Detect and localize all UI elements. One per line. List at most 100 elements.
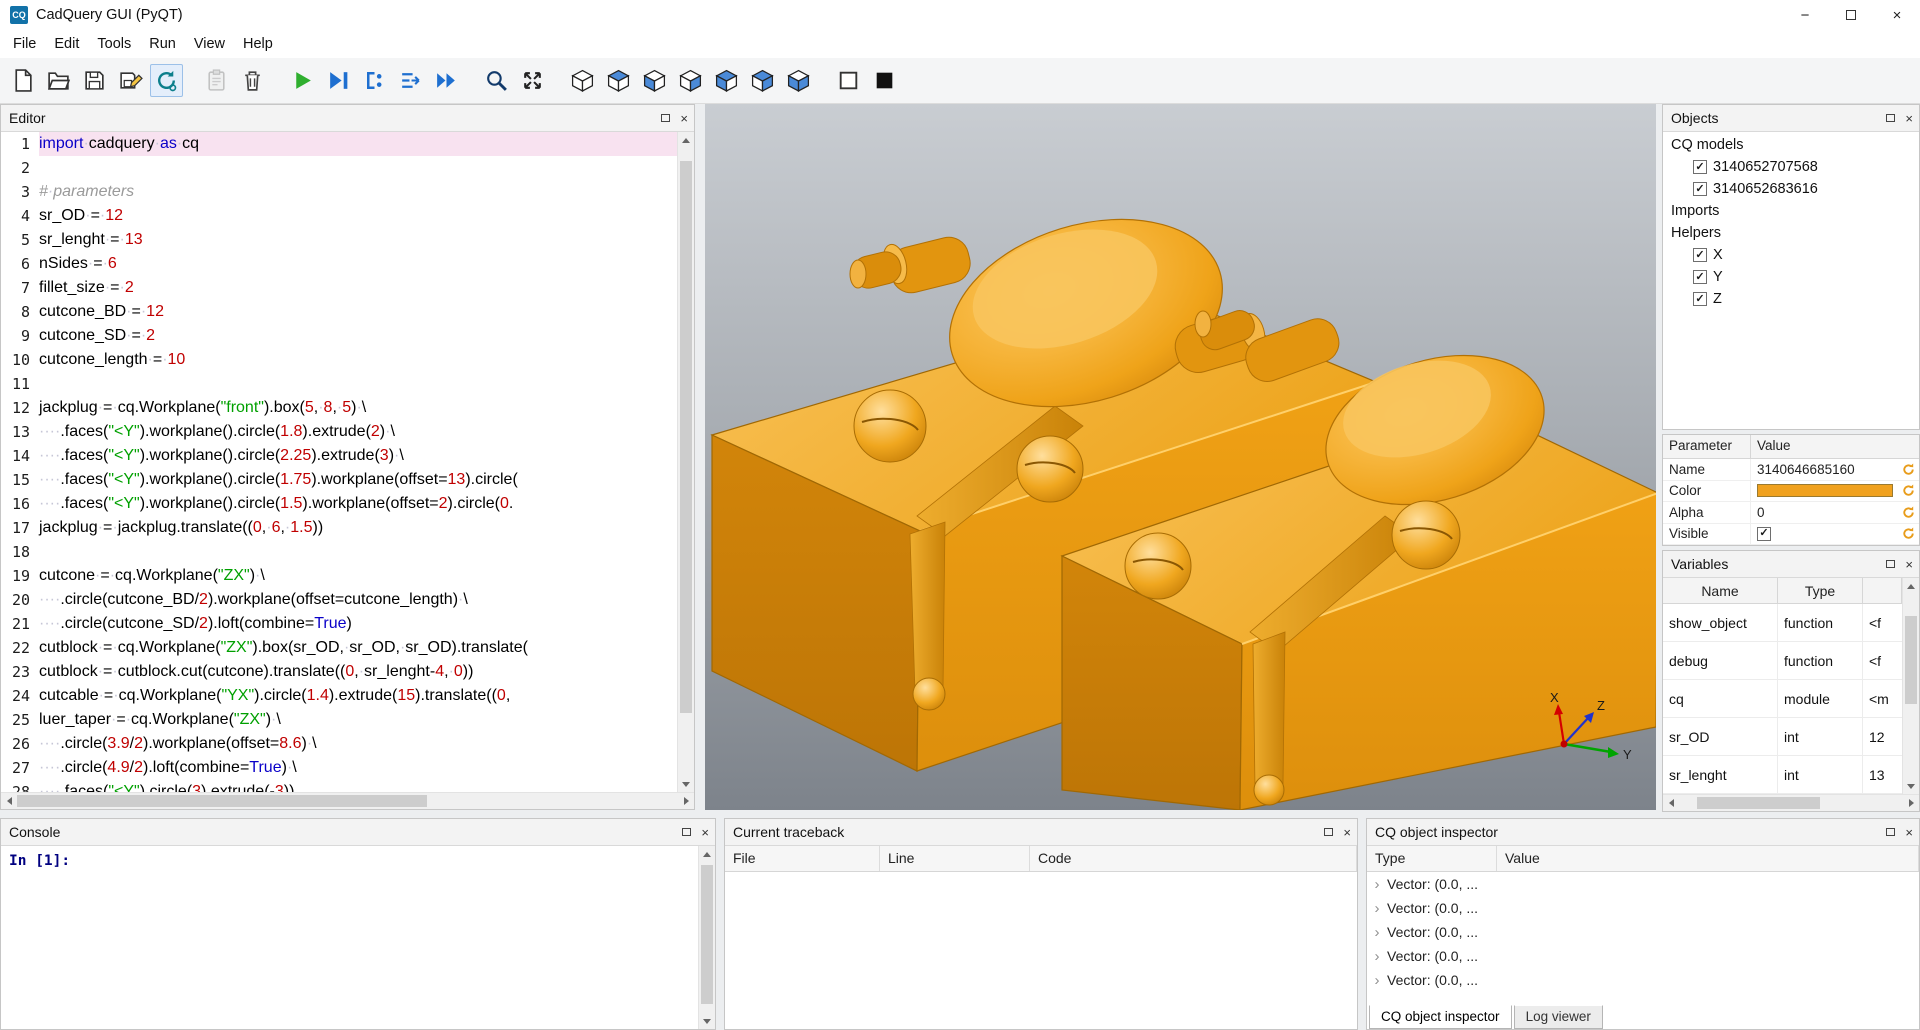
- reset-property-button[interactable]: [1897, 483, 1919, 498]
- step-into-button[interactable]: [394, 64, 427, 97]
- code-line-2[interactable]: 2: [1, 156, 677, 180]
- code-line-21[interactable]: 21····.circle(cutcone_SD/2).loft(combine…: [1, 612, 677, 636]
- code-line-6[interactable]: 6nSides·=·6: [1, 252, 677, 276]
- variable-row-sr_lenght[interactable]: sr_lenghtint13: [1663, 756, 1902, 794]
- console-prompt[interactable]: In [1]:: [1, 846, 698, 1029]
- close-panel-button[interactable]: ×: [1343, 825, 1351, 840]
- checkbox[interactable]: ✓: [1693, 160, 1707, 174]
- inspector-row[interactable]: ›Vector: (0.0, ...: [1367, 968, 1919, 992]
- code-line-17[interactable]: 17jackplug·=·jackplug.translate((0,·6,·1…: [1, 516, 677, 540]
- inspector-row[interactable]: ›Vector: (0.0, ...: [1367, 920, 1919, 944]
- property-value[interactable]: [1751, 484, 1897, 497]
- checkbox[interactable]: ✓: [1693, 182, 1707, 196]
- checkbox[interactable]: ✓: [1693, 248, 1707, 262]
- traceback-header[interactable]: File: [725, 846, 880, 871]
- editor-hscrollbar[interactable]: [1, 792, 694, 809]
- inspector-header[interactable]: Value: [1497, 846, 1919, 871]
- code-line-27[interactable]: 27····.circle(4.9/2).loft(combine=True)·…: [1, 756, 677, 780]
- inspector-header[interactable]: Type: [1367, 846, 1497, 871]
- objects-tree-item-x[interactable]: ✓X: [1663, 244, 1919, 266]
- open-button[interactable]: [42, 64, 75, 97]
- float-panel-button[interactable]: [1886, 560, 1895, 568]
- step-button[interactable]: [358, 64, 391, 97]
- code-line-18[interactable]: 18: [1, 540, 677, 564]
- code-line-3[interactable]: 3#·parameters: [1, 180, 677, 204]
- reset-property-button[interactable]: [1897, 505, 1919, 520]
- minimize-button[interactable]: −: [1782, 0, 1828, 30]
- traceback-header[interactable]: Line: [880, 846, 1030, 871]
- expand-icon[interactable]: ›: [1367, 948, 1387, 965]
- checkbox[interactable]: ✓: [1693, 270, 1707, 284]
- code-line-23[interactable]: 23cutblock·=·cutblock.cut(cutcone).trans…: [1, 660, 677, 684]
- scrollbar-thumb[interactable]: [680, 161, 692, 714]
- code-line-12[interactable]: 12jackplug·=·cq.Workplane("front").box(5…: [1, 396, 677, 420]
- code-line-14[interactable]: 14····.faces("<Y").workplane().circle(2.…: [1, 444, 677, 468]
- objects-tree-item-3140652707568[interactable]: ✓3140652707568: [1663, 156, 1919, 178]
- debug-button[interactable]: [322, 64, 355, 97]
- delete-button[interactable]: [236, 64, 269, 97]
- code-line-24[interactable]: 24cutcable·=·cq.Workplane("YX").circle(1…: [1, 684, 677, 708]
- close-panel-button[interactable]: ×: [1905, 111, 1913, 126]
- float-panel-button[interactable]: [1886, 114, 1895, 122]
- traceback-header[interactable]: Code: [1030, 846, 1357, 871]
- console-vscrollbar[interactable]: [698, 846, 715, 1029]
- float-panel-button[interactable]: [1886, 828, 1895, 836]
- code-line-4[interactable]: 4sr_OD·=·12: [1, 204, 677, 228]
- scrollbar-thumb[interactable]: [1905, 616, 1917, 704]
- code-line-7[interactable]: 7fillet_size·=·2: [1, 276, 677, 300]
- continue-button[interactable]: [430, 64, 463, 97]
- code-line-19[interactable]: 19cutcone·=·cq.Workplane("ZX")·\: [1, 564, 677, 588]
- menu-tools[interactable]: Tools: [88, 32, 140, 56]
- expand-icon[interactable]: ›: [1367, 876, 1387, 893]
- menu-view[interactable]: View: [185, 32, 234, 56]
- variable-row-debug[interactable]: debugfunction<f: [1663, 642, 1902, 680]
- variable-row-sr_OD[interactable]: sr_ODint12: [1663, 718, 1902, 756]
- code-line-20[interactable]: 20····.circle(cutcone_BD/2).workplane(of…: [1, 588, 677, 612]
- code-line-5[interactable]: 5sr_lenght·=·13: [1, 228, 677, 252]
- code-line-8[interactable]: 8cutcone_BD·=·12: [1, 300, 677, 324]
- checkbox[interactable]: ✓: [1693, 292, 1707, 306]
- view-back-button[interactable]: [674, 64, 707, 97]
- objects-tree-item-imports[interactable]: Imports: [1663, 200, 1919, 222]
- expand-icon[interactable]: ›: [1367, 900, 1387, 917]
- save-as-button[interactable]: [114, 64, 147, 97]
- reset-property-button[interactable]: [1897, 526, 1919, 541]
- float-panel-button[interactable]: [1324, 828, 1333, 836]
- code-line-25[interactable]: 25luer_taper·=·cq.Workplane("ZX")·\: [1, 708, 677, 732]
- code-line-28[interactable]: 28····.faces("<Y").circle(3).extrude(-3)…: [1, 780, 677, 792]
- splitter[interactable]: [1358, 818, 1366, 1030]
- close-button[interactable]: ×: [1874, 0, 1920, 30]
- view-top-button[interactable]: [602, 64, 635, 97]
- color-swatch[interactable]: [1757, 484, 1893, 497]
- variables-vscrollbar[interactable]: [1902, 578, 1919, 794]
- new-file-button[interactable]: [6, 64, 39, 97]
- objects-tree-item-3140652683616[interactable]: ✓3140652683616: [1663, 178, 1919, 200]
- view-iso-button[interactable]: [566, 64, 599, 97]
- view-left-button[interactable]: [710, 64, 743, 97]
- float-panel-button[interactable]: [682, 828, 691, 836]
- code-line-11[interactable]: 11: [1, 372, 677, 396]
- reset-property-button[interactable]: [1897, 462, 1919, 477]
- close-panel-button[interactable]: ×: [680, 111, 688, 126]
- menu-edit[interactable]: Edit: [45, 32, 88, 56]
- variable-row-cq[interactable]: cqmodule<m: [1663, 680, 1902, 718]
- code-line-26[interactable]: 26····.circle(3.9/2).workplane(offset=8.…: [1, 732, 677, 756]
- variables-header[interactable]: Type: [1778, 578, 1863, 603]
- expand-icon[interactable]: ›: [1367, 924, 1387, 941]
- splitter[interactable]: [716, 818, 724, 1030]
- shaded-button[interactable]: [868, 64, 901, 97]
- menu-help[interactable]: Help: [234, 32, 282, 56]
- code-line-15[interactable]: 15····.faces("<Y").workplane().circle(1.…: [1, 468, 677, 492]
- wireframe-button[interactable]: [832, 64, 865, 97]
- autoreload-toggle[interactable]: [150, 64, 183, 97]
- variables-hscrollbar[interactable]: [1663, 794, 1919, 811]
- inspector-row[interactable]: ›Vector: (0.0, ...: [1367, 944, 1919, 968]
- render-button[interactable]: [286, 64, 319, 97]
- objects-tree-item-cq-models[interactable]: CQ models: [1663, 134, 1919, 156]
- checkbox[interactable]: ✓: [1757, 527, 1771, 541]
- view-right-button[interactable]: [746, 64, 779, 97]
- code-line-16[interactable]: 16····.faces("<Y").workplane().circle(1.…: [1, 492, 677, 516]
- fit-view-button[interactable]: [516, 64, 549, 97]
- scrollbar-thumb[interactable]: [701, 865, 713, 1004]
- splitter[interactable]: [0, 810, 1920, 818]
